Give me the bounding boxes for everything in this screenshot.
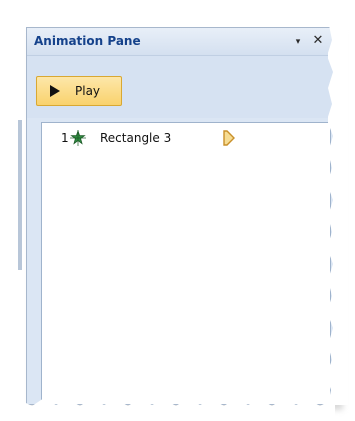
torn-right-edge bbox=[328, 20, 348, 405]
play-button[interactable]: Play bbox=[36, 76, 122, 106]
pane-header: Animation Pane ▾ ✕ bbox=[27, 28, 337, 56]
animation-order-number: 1 bbox=[61, 131, 69, 145]
torn-bottom-edge bbox=[20, 398, 335, 421]
timing-marker-icon bbox=[223, 130, 235, 146]
play-button-label: Play bbox=[75, 84, 101, 98]
pane-title: Animation Pane bbox=[34, 34, 141, 48]
pane-close-icon[interactable]: ✕ bbox=[310, 33, 326, 49]
pane-options-dropdown-icon[interactable]: ▾ bbox=[291, 35, 305, 49]
entrance-effect-star-icon bbox=[70, 130, 86, 146]
animation-pane: Animation Pane ▾ ✕ Play 1 Rectangle 3 bbox=[26, 27, 338, 405]
play-icon bbox=[50, 85, 60, 97]
animation-item-label: Rectangle 3 bbox=[100, 131, 172, 145]
animation-list-item[interactable]: 1 Rectangle 3 bbox=[44, 127, 324, 149]
pane-resize-edge[interactable] bbox=[18, 120, 22, 270]
screenshot-canvas: Animation Pane ▾ ✕ Play 1 Rectangle 3 bbox=[0, 0, 355, 421]
animation-list[interactable]: 1 Rectangle 3 bbox=[41, 122, 331, 404]
